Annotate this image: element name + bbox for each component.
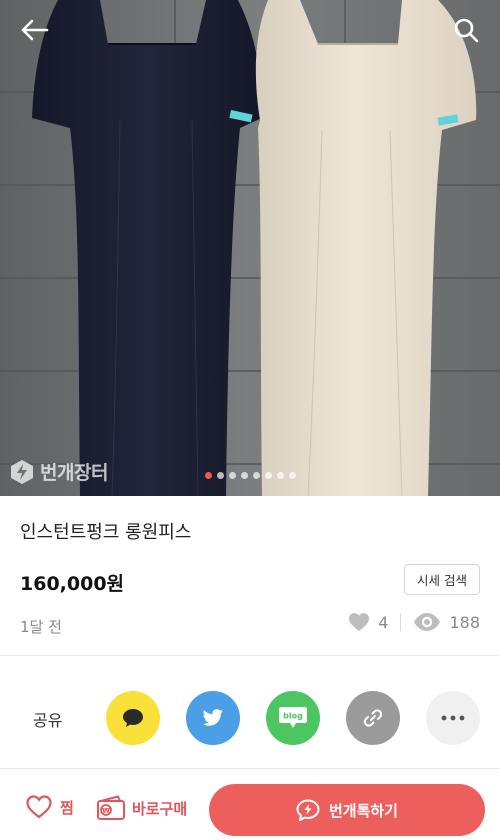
product-title: 인스턴트펑크 롱원피스: [20, 522, 192, 543]
navy-dress: [32, 0, 262, 496]
arrow-left-icon: [21, 19, 49, 41]
wallet-won-icon: ₩: [97, 795, 125, 820]
chat-bolt-icon: [296, 799, 320, 821]
eye-icon: [414, 613, 441, 631]
cream-dress: [255, 0, 477, 496]
pagination-dot[interactable]: [252, 472, 260, 479]
like-label: 찜: [60, 798, 74, 817]
section-divider: [0, 655, 500, 656]
link-icon: [363, 709, 383, 727]
view-count: 188: [413, 612, 480, 632]
heart-outline-icon: [26, 795, 52, 819]
dresses-photo: [32, 0, 477, 496]
view-count-value: 188: [449, 612, 480, 632]
pagination-dot[interactable]: [204, 472, 212, 479]
like-count: 4: [348, 612, 388, 632]
product-price: 160,000원: [20, 573, 125, 595]
product-image[interactable]: 번개장터: [0, 0, 500, 496]
more-dots-icon: [441, 715, 465, 721]
pagination-dot[interactable]: [228, 472, 236, 479]
search-button[interactable]: [448, 12, 484, 48]
pagination-dot[interactable]: [276, 472, 284, 479]
chat-label: 번개톡하기: [328, 801, 398, 820]
pagination-dot[interactable]: [240, 472, 248, 479]
chat-button[interactable]: 번개톡하기: [209, 784, 485, 836]
image-pagination: [0, 472, 500, 479]
posted-time: 1달 전: [20, 618, 62, 636]
pagination-dot[interactable]: [288, 472, 296, 479]
share-label: 공유: [33, 711, 63, 730]
heart-icon: [349, 613, 370, 631]
back-button[interactable]: [16, 12, 52, 48]
share-kakaotalk-button[interactable]: [106, 691, 160, 745]
product-stats: 4 188: [348, 612, 480, 632]
search-icon: [454, 18, 479, 43]
share-twitter-button[interactable]: [186, 691, 240, 745]
price-search-button[interactable]: 시세 검색: [404, 564, 480, 595]
like-count-value: 4: [378, 612, 389, 632]
stats-divider: [400, 613, 402, 631]
share-more-button[interactable]: [426, 691, 480, 745]
twitter-bird-icon: [202, 709, 223, 726]
like-button[interactable]: 찜: [26, 795, 74, 819]
pagination-dot[interactable]: [264, 472, 272, 479]
share-link-button[interactable]: [346, 691, 400, 745]
buy-now-button[interactable]: ₩ 바로구매: [96, 795, 187, 821]
pagination-dot[interactable]: [216, 472, 224, 479]
blog-icon-label: blog: [283, 712, 303, 721]
blog-icon: blog: [279, 707, 307, 728]
bottom-action-bar: 찜 ₩ 바로구매 번개톡하기: [0, 768, 500, 840]
buy-now-label: 바로구매: [132, 799, 188, 818]
speech-bubble-icon: [123, 709, 143, 727]
share-blog-button[interactable]: blog: [266, 691, 320, 745]
svg-text:₩: ₩: [102, 807, 110, 815]
